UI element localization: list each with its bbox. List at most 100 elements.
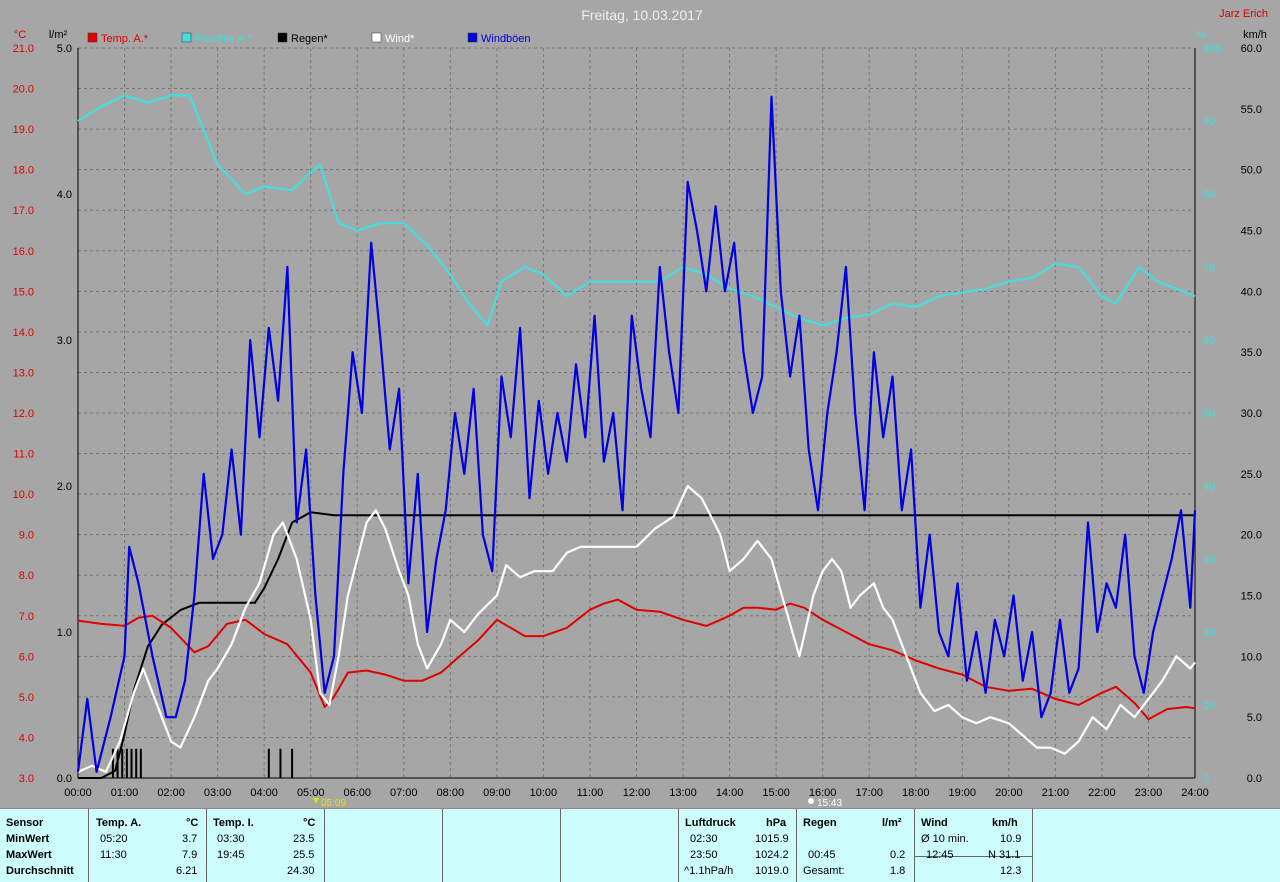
- humidity-tick-label: 90: [1203, 116, 1215, 128]
- humidity-tick-label: 100: [1203, 43, 1221, 55]
- wind-tick-label: 0.0: [1247, 773, 1262, 785]
- wind-tick-label: 40.0: [1241, 286, 1262, 298]
- temp-tick-label: 4.0: [19, 732, 34, 744]
- x-tick-label: 06:00: [343, 787, 371, 799]
- humidity-tick-label: 40: [1203, 481, 1215, 493]
- row-label-min: MinWert: [6, 833, 50, 845]
- x-tick-label: 03:00: [204, 787, 232, 799]
- wind-tick-label: 45.0: [1241, 226, 1262, 238]
- temp-a-max-time: 11:30: [100, 849, 127, 861]
- temp-i-min: 23.5: [293, 833, 315, 845]
- humidity-tick-label: 0: [1203, 773, 1209, 785]
- x-tick-label: 14:00: [716, 787, 744, 799]
- pressure-avg: 1019.0: [755, 865, 789, 877]
- humidity-tick-label: 80: [1203, 189, 1215, 201]
- temp-tick-label: 19.0: [13, 124, 34, 136]
- pressure-unit: hPa: [766, 817, 787, 829]
- temp-i-min-time: 03:30: [217, 833, 245, 845]
- temp-tick-label: 10.0: [13, 489, 34, 501]
- temp-tick-label: 3.0: [19, 773, 34, 785]
- humidity-tick-label: 30: [1203, 554, 1215, 566]
- wind-tick-label: 10.0: [1241, 651, 1262, 663]
- temp-i-header: Temp. I.: [213, 817, 254, 829]
- temp-tick-label: 20.0: [13, 84, 34, 96]
- temp-i-unit: °C: [303, 817, 316, 829]
- rain-tick-label: 2.0: [57, 481, 72, 493]
- temp-a-max: 7.9: [182, 849, 198, 861]
- x-tick-label: 09:00: [483, 787, 511, 799]
- weather-chart: 3.0 4.0 5.0 6.0 7.0 8.0 9.0 10.0 11.0 12.0 13.0 14.…: [0, 0, 1280, 808]
- temp-tick-label: 14.0: [13, 327, 34, 339]
- temp-a-unit: °C: [186, 817, 199, 829]
- wind-tick-label: 25.0: [1241, 469, 1262, 481]
- wind-tick-label: 55.0: [1241, 104, 1262, 116]
- sunset-time: 15:43: [817, 798, 842, 808]
- temp-a-header: Temp. A.: [96, 817, 142, 829]
- x-tick-label: 12:00: [623, 787, 651, 799]
- legend-label: Windböen: [481, 33, 531, 45]
- wind-tick-label: 35.0: [1241, 347, 1262, 359]
- temp-tick-label: 18.0: [13, 165, 34, 177]
- temp-tick-label: 17.0: [13, 205, 34, 217]
- chart-title: Freitag, 10.03.2017: [581, 7, 703, 23]
- wind-avg: 12.3: [1000, 865, 1022, 877]
- temp-tick-label: 8.0: [19, 570, 34, 582]
- x-tick-label: 15:00: [762, 787, 790, 799]
- rain-max-time: 00:45: [808, 849, 836, 861]
- rain-tick-label: 4.0: [57, 189, 72, 201]
- temp-tick-label: 12.0: [13, 408, 34, 420]
- legend-swatch: [371, 32, 382, 43]
- sunrise-time: 05:09: [321, 798, 346, 808]
- wind-tick-label: 5.0: [1247, 712, 1262, 724]
- stats-table: Sensor MinWert MaxWert Durchschnitt Temp…: [0, 808, 1280, 882]
- temp-tick-label: 6.0: [19, 651, 34, 663]
- temp-a-avg: 6.21: [176, 865, 198, 877]
- temp-i-max-time: 19:45: [217, 849, 245, 861]
- pressure-trend: ^1.1hPa/h: [684, 865, 734, 877]
- humidity-tick-label: 10: [1203, 700, 1215, 712]
- wind-tick-label: 60.0: [1241, 43, 1262, 55]
- legend-label: Wind*: [385, 33, 415, 45]
- temp-tick-label: 21.0: [13, 43, 34, 55]
- x-tick-label: 08:00: [437, 787, 465, 799]
- x-tick-label: 01:00: [111, 787, 139, 799]
- temp-axis-unit: °C: [14, 29, 26, 41]
- x-tick-label: 10:00: [530, 787, 558, 799]
- rain-total-label: Gesamt:: [803, 865, 845, 877]
- x-tick-label: 21:00: [1042, 787, 1070, 799]
- legend-swatch: [87, 32, 98, 43]
- x-tick-label: 23:00: [1135, 787, 1163, 799]
- legend-swatch: [277, 32, 288, 43]
- x-tick-label: 17:00: [855, 787, 883, 799]
- rain-tick-label: 5.0: [57, 43, 72, 55]
- x-tick-label: 07:00: [390, 787, 418, 799]
- row-label-avg: Durchschnitt: [6, 865, 74, 877]
- pressure-max: 1024.2: [755, 849, 789, 861]
- pressure-min: 1015.9: [755, 833, 789, 845]
- legend-label: Temp. A.*: [101, 33, 149, 45]
- temp-a-min: 3.7: [182, 833, 198, 845]
- row-label-sensor: Sensor: [6, 817, 44, 829]
- x-tick-label: 13:00: [669, 787, 697, 799]
- pressure-max-time: 23:50: [690, 849, 718, 861]
- humidity-tick-label: 60: [1203, 335, 1215, 347]
- wind-tick-label: 20.0: [1241, 530, 1262, 542]
- rain-max: 0.2: [890, 849, 906, 861]
- wind-axis-unit: km/h: [1243, 29, 1267, 41]
- legend-label: Regen*: [291, 33, 328, 45]
- wind-tick-label: 50.0: [1241, 165, 1262, 177]
- temp-a-min-time: 05:20: [100, 833, 128, 845]
- rain-axis-unit: l/m²: [49, 29, 68, 41]
- sunset-icon: [808, 798, 814, 804]
- x-tick-label: 19:00: [949, 787, 977, 799]
- rain-tick-label: 1.0: [57, 627, 72, 639]
- temp-tick-label: 13.0: [13, 367, 34, 379]
- wind-10min-label: Ø 10 min.: [921, 833, 969, 845]
- temp-tick-label: 16.0: [13, 246, 34, 258]
- legend-swatch: [181, 32, 192, 43]
- wind-unit: km/h: [992, 817, 1018, 829]
- author-label: Jarz Erich: [1219, 8, 1268, 20]
- x-tick-label: 22:00: [1088, 787, 1116, 799]
- row-label-max: MaxWert: [6, 849, 52, 861]
- temp-tick-label: 9.0: [19, 530, 34, 542]
